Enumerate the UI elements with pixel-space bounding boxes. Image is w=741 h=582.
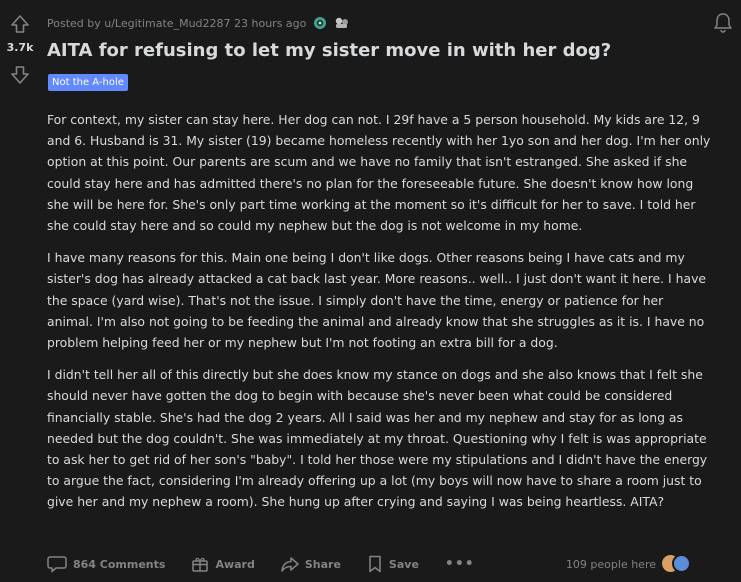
share-label: Share: [304, 557, 341, 571]
presence-indicator: 109 people here: [566, 552, 692, 576]
comments-label: 864 Comments: [73, 557, 166, 571]
post-paragraph: I didn't tell her all of this directly b…: [47, 367, 708, 510]
presence-count: 109 people here: [565, 557, 656, 571]
arrow-up-icon[interactable]: [9, 13, 31, 35]
avatar-stack: [662, 554, 692, 574]
post-body: For context, my sister can stay here. He…: [47, 109, 713, 524]
vote-column: 3.7k: [0, 0, 40, 582]
award-badge-icon[interactable]: [313, 16, 327, 30]
share-button[interactable]: Share: [281, 556, 341, 572]
more-options-button[interactable]: •••: [445, 556, 475, 572]
bell-icon[interactable]: [713, 12, 733, 38]
gift-icon: [192, 557, 209, 572]
save-label: Save: [388, 557, 419, 571]
post-flair[interactable]: Not the A-hole: [48, 74, 128, 91]
comments-button[interactable]: 864 Comments: [47, 555, 165, 573]
avatar: [672, 554, 691, 573]
post-title[interactable]: AITA for refusing to let my sister move …: [47, 38, 697, 64]
arrow-down-icon[interactable]: [9, 64, 31, 86]
comment-bubble-icon: [47, 556, 67, 573]
bookmark-icon: [369, 555, 381, 573]
save-button[interactable]: Save: [367, 555, 419, 573]
post-meta-text[interactable]: Posted by u/Legitimate_Mud2287 23 hours …: [47, 17, 306, 30]
vote-score: 3.7k: [6, 41, 34, 54]
post-paragraph: For context, my sister can stay here. He…: [47, 112, 711, 234]
share-arrow-icon: [281, 557, 299, 572]
award-badge-icon[interactable]: [334, 16, 350, 30]
award-label: Award: [215, 557, 255, 571]
award-button[interactable]: Award: [191, 555, 255, 573]
post-paragraph: I have many reasons for this. Main one b…: [47, 250, 707, 351]
post-meta: Posted by u/Legitimate_Mud2287 23 hours …: [47, 14, 350, 32]
